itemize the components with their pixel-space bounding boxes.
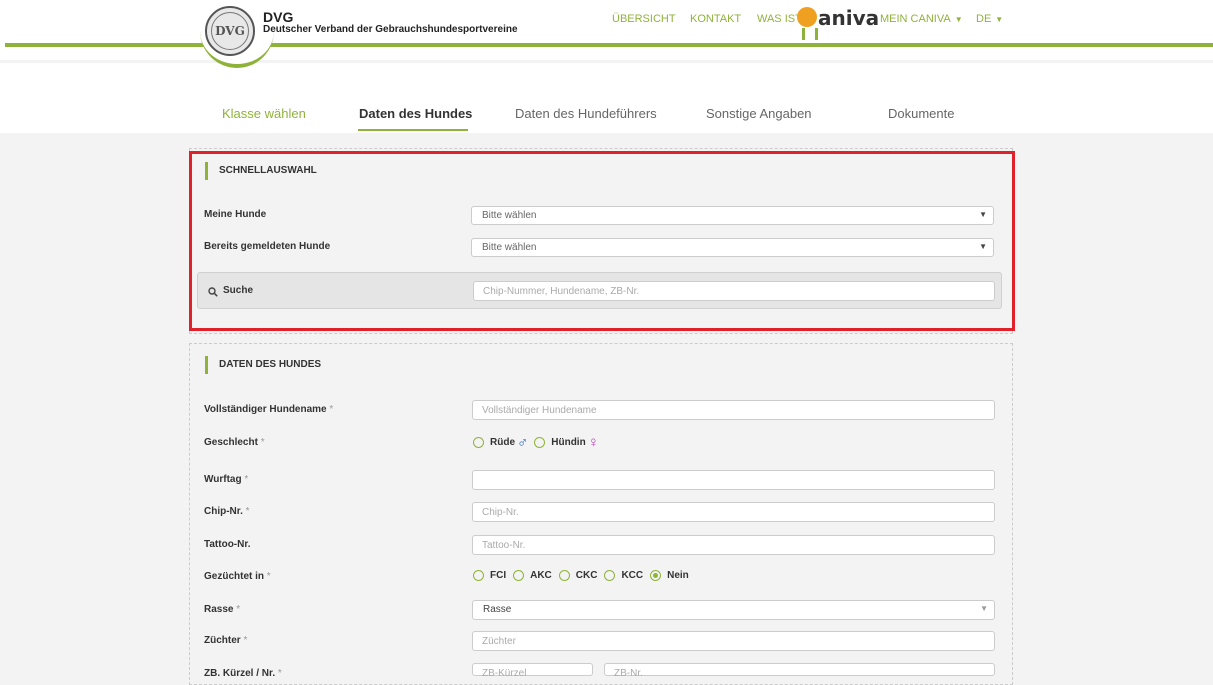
bred-fci-radio[interactable] xyxy=(473,570,484,581)
gender-female-radio[interactable] xyxy=(534,437,546,448)
breed-label: Rasse * xyxy=(204,604,240,615)
bred-akc-radio[interactable] xyxy=(513,570,525,581)
brand-title[interactable]: DVG xyxy=(263,9,293,25)
breed-label-text: Rasse xyxy=(204,604,234,615)
gender-female-label[interactable]: Hündin xyxy=(551,437,585,448)
breed-value: Rasse xyxy=(483,604,512,615)
step-dog-data[interactable]: Daten des Hundes xyxy=(359,106,472,121)
birth-date-input[interactable] xyxy=(472,470,995,490)
male-symbol-icon: ♂ xyxy=(517,434,529,451)
step-select-class[interactable]: Klasse wählen xyxy=(222,106,306,121)
gender-label: Geschlecht * xyxy=(204,437,265,448)
chip-input[interactable]: Chip-Nr. xyxy=(472,502,995,522)
gender-male-label[interactable]: Rüde xyxy=(490,437,515,448)
bred-ckc-label[interactable]: CKC xyxy=(576,570,598,581)
breeder-label: Züchter * xyxy=(204,635,247,646)
caret-down-icon: ▼ xyxy=(954,15,963,24)
step-documents[interactable]: Dokumente xyxy=(888,106,954,121)
bred-in-label: Gezüchtet in * xyxy=(204,571,271,582)
required-mark: * xyxy=(266,571,271,582)
required-mark: * xyxy=(329,404,334,415)
step-bar xyxy=(0,63,1213,133)
required-mark: * xyxy=(260,437,265,448)
zb-short-input[interactable]: ZB-Kürzel xyxy=(472,663,593,679)
zb-number-input[interactable]: ZB-Nr. xyxy=(604,663,995,679)
breed-select[interactable]: Rasse ▼ xyxy=(472,600,995,620)
chip-label: Chip-Nr. * xyxy=(204,506,250,517)
nav-language-label: DE xyxy=(976,13,992,25)
caniva-logo-mark xyxy=(797,7,817,27)
birth-date-label-text: Wurftag xyxy=(204,474,242,485)
birth-date-label: Wurftag * xyxy=(204,474,248,485)
step-handler-data[interactable]: Daten des Hundeführers xyxy=(515,106,657,121)
dog-name-label: Vollständiger Hundename * xyxy=(204,404,333,415)
nav-contact[interactable]: KONTAKT xyxy=(690,13,741,25)
bred-kcc-label[interactable]: KCC xyxy=(621,570,643,581)
gender-radio-group: Rüde ♂ Hündin ♀ xyxy=(473,434,599,451)
required-mark: * xyxy=(243,635,248,646)
nav-overview[interactable]: ÜBERSICHT xyxy=(612,13,676,25)
required-mark: * xyxy=(277,668,282,679)
required-mark: * xyxy=(236,604,241,615)
bred-in-radio-group: FCI AKC CKC KCC Nein xyxy=(473,570,696,581)
step-other-info[interactable]: Sonstige Angaben xyxy=(706,106,812,121)
nav-my-caniva-label: MEIN CANIVA xyxy=(880,13,951,25)
brand-subtitle: Deutscher Verband der Gebrauchshundespor… xyxy=(263,24,518,35)
highlight-box xyxy=(189,151,1015,331)
bred-none-label[interactable]: Nein xyxy=(667,570,689,581)
top-header xyxy=(0,0,1213,60)
active-step-indicator xyxy=(358,129,468,131)
bred-in-label-text: Gezüchtet in xyxy=(204,571,265,582)
gender-male-radio[interactable] xyxy=(473,437,484,448)
nav-language[interactable]: DE ▼ xyxy=(976,13,1003,25)
dvg-logo[interactable]: DVG xyxy=(205,6,255,56)
bred-kcc-radio[interactable] xyxy=(604,570,616,581)
zb-label: ZB. Kürzel / Nr. * xyxy=(204,668,282,679)
caret-down-icon: ▼ xyxy=(995,15,1004,24)
ribbon-icon xyxy=(802,28,818,40)
breeder-label-text: Züchter xyxy=(204,635,241,646)
tattoo-label: Tattoo-Nr. xyxy=(204,539,251,550)
breeder-input[interactable]: Züchter xyxy=(472,631,995,651)
female-symbol-icon: ♀ xyxy=(587,434,599,451)
dog-data-title: DATEN DES HUNDES xyxy=(205,356,321,374)
logo-seal: DVG xyxy=(211,12,249,50)
bred-fci-label[interactable]: FCI xyxy=(490,570,506,581)
bred-none-radio[interactable] xyxy=(650,570,662,581)
nav-my-caniva[interactable]: MEIN CANIVA ▼ xyxy=(880,13,963,25)
zb-label-text: ZB. Kürzel / Nr. xyxy=(204,668,276,679)
tattoo-input[interactable]: Tattoo-Nr. xyxy=(472,535,995,555)
bred-ckc-radio[interactable] xyxy=(558,570,570,581)
bred-akc-label[interactable]: AKC xyxy=(530,570,552,581)
caret-down-icon: ▼ xyxy=(980,604,988,613)
required-mark: * xyxy=(244,474,249,485)
dog-name-label-text: Vollständiger Hundename xyxy=(204,404,327,415)
gender-label-text: Geschlecht xyxy=(204,437,258,448)
dog-name-input[interactable]: Vollständiger Hundename xyxy=(472,400,995,420)
caniva-logo-text: aniva xyxy=(818,6,880,30)
nav-what-is[interactable]: WAS IST xyxy=(757,13,802,25)
caniva-logo[interactable]: aniva xyxy=(797,6,880,40)
header-accent-line xyxy=(5,43,1213,47)
required-mark: * xyxy=(245,506,250,517)
chip-label-text: Chip-Nr. xyxy=(204,506,243,517)
